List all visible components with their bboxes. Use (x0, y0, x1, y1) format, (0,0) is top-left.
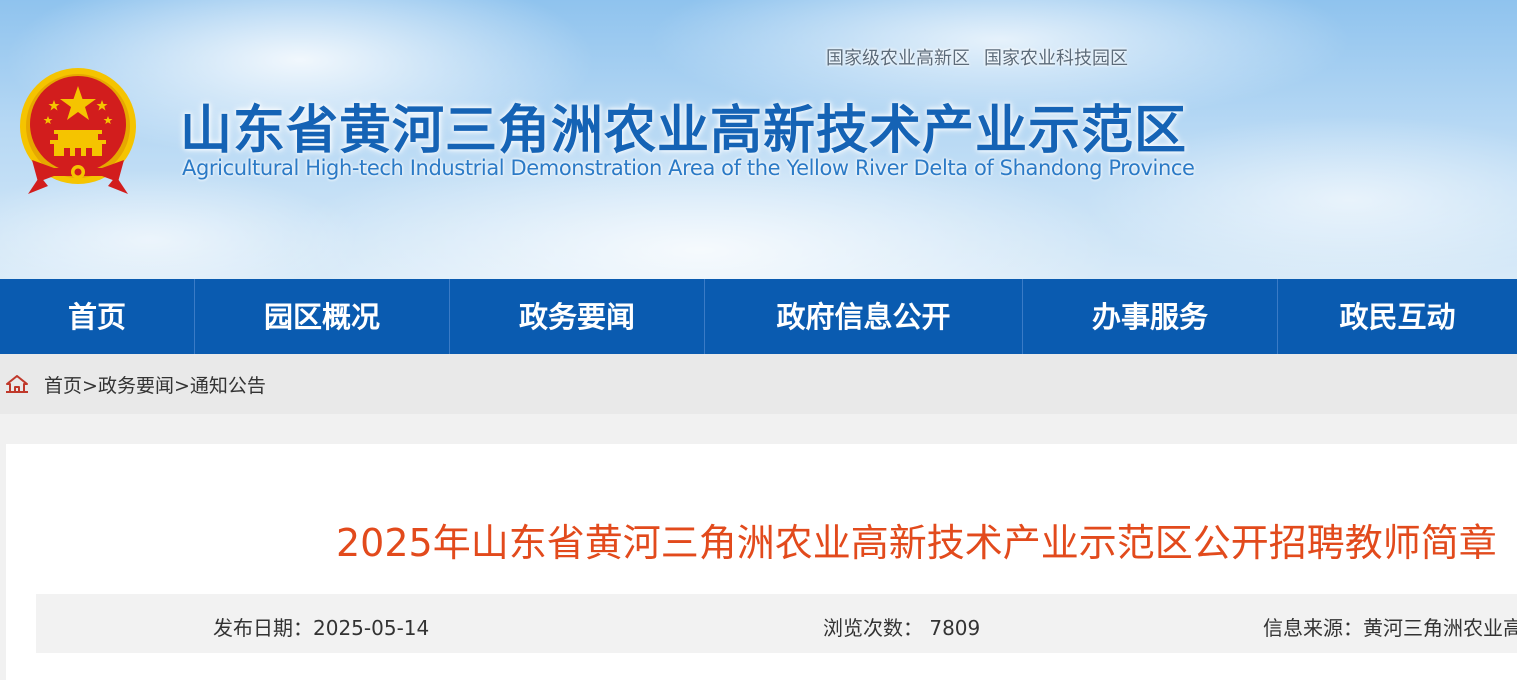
header-tag: 国家级农业高新区 (826, 48, 970, 69)
publish-date-label: 发布日期： (213, 616, 313, 640)
site-header: 国家级农业高新区 国家农业科技园区 山东省黄河三角洲农业高新技术产业示范区 Agr… (0, 0, 1517, 279)
home-icon (6, 375, 28, 393)
header-tag: 国家农业科技园区 (984, 48, 1128, 69)
info-source-value: 黄河三角洲农业高 (1363, 616, 1517, 640)
page: 国家级农业高新区 国家农业科技园区 山东省黄河三角洲农业高新技术产业示范区 Agr… (0, 0, 1517, 680)
info-source: 信息来源：黄河三角洲农业高 (1263, 612, 1517, 640)
article-meta-bar: 发布日期：2025-05-14 浏览次数： 7809 信息来源：黄河三角洲农业高 (36, 594, 1517, 653)
info-source-label: 信息来源： (1263, 616, 1363, 640)
site-subtitle: Agricultural High-tech Industrial Demons… (182, 156, 1195, 180)
breadcrumb-government-news[interactable]: 政务要闻 (98, 375, 174, 397)
nav-item-home[interactable]: 首页 (0, 279, 195, 354)
nav-item-government-news[interactable]: 政务要闻 (450, 279, 705, 354)
breadcrumb-home[interactable]: 首页 (44, 375, 82, 397)
view-count-value: 7809 (929, 616, 981, 640)
breadcrumb-notices[interactable]: 通知公告 (190, 375, 266, 397)
nav-item-info-disclosure[interactable]: 政府信息公开 (705, 279, 1023, 354)
breadcrumb: 首页>政务要闻>通知公告 (44, 371, 266, 397)
breadcrumb-bar: 首页>政务要闻>通知公告 (0, 354, 1517, 414)
main-nav: 首页 园区概况 政务要闻 政府信息公开 办事服务 政民互动 (0, 279, 1517, 354)
publish-date: 发布日期：2025-05-14 (213, 612, 430, 640)
breadcrumb-separator: > (82, 375, 98, 397)
breadcrumb-separator: > (173, 375, 190, 397)
view-count-label: 浏览次数： (823, 616, 923, 640)
nav-item-interaction[interactable]: 政民互动 (1278, 279, 1517, 354)
national-emblem-icon[interactable] (14, 64, 142, 200)
nav-item-park-overview[interactable]: 园区概况 (195, 279, 450, 354)
publish-date-value: 2025-05-14 (313, 616, 430, 640)
header-tags: 国家级农业高新区 国家农业科技园区 (826, 44, 1206, 70)
view-count: 浏览次数： 7809 (823, 612, 981, 640)
article-title: 2025年山东省黄河三角洲农业高新技术产业示范区公开招聘教师简章 (336, 521, 1497, 565)
nav-item-services[interactable]: 办事服务 (1023, 279, 1278, 354)
site-title[interactable]: 山东省黄河三角洲农业高新技术产业示范区 (180, 88, 1220, 161)
